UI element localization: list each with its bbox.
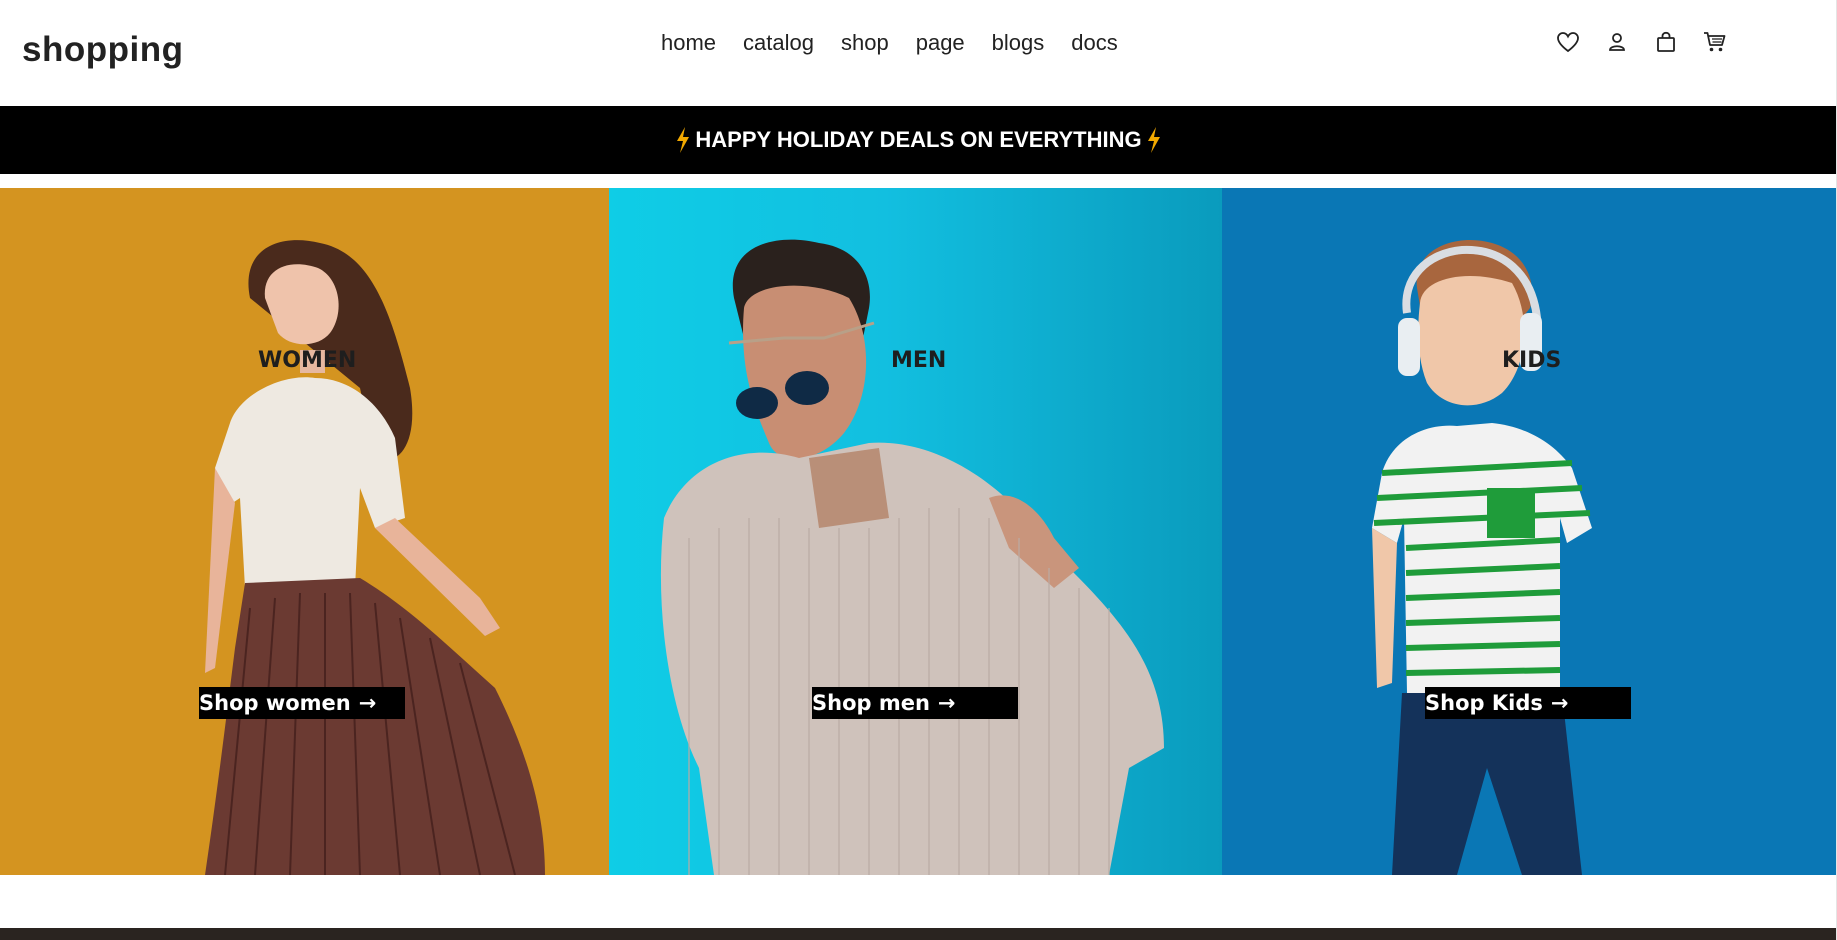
- nav-docs[interactable]: docs: [1071, 30, 1117, 56]
- shop-men-label: Shop men: [812, 691, 930, 715]
- category-panels: WOMEN Shop women → MEN Shop men → KIDS S…: [0, 188, 1837, 875]
- user-icon[interactable]: [1605, 28, 1629, 56]
- category-label-men: MEN: [891, 348, 947, 373]
- shop-men-button[interactable]: Shop men →: [812, 687, 1018, 719]
- nav-catalog[interactable]: catalog: [743, 30, 814, 56]
- shop-kids-button[interactable]: Shop Kids →: [1425, 687, 1631, 719]
- nav-blogs[interactable]: blogs: [992, 30, 1045, 56]
- lightning-icon: [1147, 127, 1160, 153]
- shop-women-button[interactable]: Shop women →: [199, 687, 405, 719]
- header-icons: [1556, 28, 1727, 56]
- lightning-icon: [677, 127, 690, 153]
- site-logo[interactable]: shopping: [22, 30, 183, 70]
- cart-icon[interactable]: [1703, 28, 1727, 56]
- category-label-kids: KIDS: [1502, 348, 1562, 373]
- kids-model-image: [1372, 240, 1592, 875]
- category-men[interactable]: MEN Shop men →: [609, 188, 1222, 875]
- promo-text: HAPPY HOLIDAY DEALS ON EVERYTHING: [695, 127, 1142, 152]
- women-model-image: [205, 240, 545, 875]
- nav-home[interactable]: home: [661, 30, 716, 56]
- men-model-image: [660, 239, 1164, 875]
- category-women[interactable]: WOMEN Shop women →: [0, 188, 609, 875]
- site-header: shopping home catalog shop page blogs do…: [0, 0, 1837, 105]
- heart-icon[interactable]: [1556, 28, 1580, 56]
- category-label-women: WOMEN: [258, 348, 357, 373]
- bottom-strip: [0, 928, 1837, 940]
- arrow-right-icon: →: [937, 691, 956, 715]
- shop-kids-label: Shop Kids: [1425, 691, 1543, 715]
- nav-page[interactable]: page: [916, 30, 965, 56]
- bag-icon[interactable]: [1654, 28, 1678, 56]
- category-kids[interactable]: KIDS Shop Kids →: [1222, 188, 1837, 875]
- nav-shop[interactable]: shop: [841, 30, 889, 56]
- shop-women-label: Shop women: [199, 691, 351, 715]
- promo-banner: HAPPY HOLIDAY DEALS ON EVERYTHING: [0, 106, 1837, 174]
- arrow-right-icon: →: [1550, 691, 1569, 715]
- main-nav: home catalog shop page blogs docs: [661, 30, 1118, 56]
- arrow-right-icon: →: [358, 691, 377, 715]
